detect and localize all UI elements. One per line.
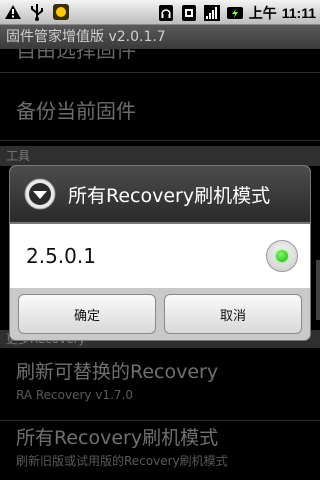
option-row[interactable]: 2.5.0.1 xyxy=(10,224,310,288)
dialog-header: 所有Recovery刷机模式 xyxy=(10,166,310,224)
dialog-buttons: 确定 取消 xyxy=(10,288,310,340)
recovery-mode-dialog: 所有Recovery刷机模式 2.5.0.1 确定 取消 xyxy=(10,166,310,340)
divider xyxy=(0,420,320,421)
clock-ampm: 上午 xyxy=(248,5,277,21)
radio-selected-dot xyxy=(276,250,288,262)
chevron-down-circle-icon xyxy=(24,178,56,210)
divider xyxy=(0,140,320,141)
list-item-partial[interactable]: 自由选择固件 xyxy=(0,49,320,65)
option-label: 2.5.0.1 xyxy=(26,244,96,268)
ok-button[interactable]: 确定 xyxy=(18,294,156,334)
dialog-title: 所有Recovery刷机模式 xyxy=(68,184,271,207)
cancel-button[interactable]: 取消 xyxy=(164,294,302,334)
clock-time: 11:11 xyxy=(281,5,316,21)
backup-firmware-item[interactable]: 备份当前固件 xyxy=(0,88,320,134)
partial-item-label: 自由选择固件 xyxy=(16,49,136,62)
warning-icon xyxy=(4,3,22,21)
signal-icon xyxy=(203,4,221,22)
headset-icon xyxy=(157,4,175,22)
notification-icon xyxy=(52,3,70,21)
usb-icon xyxy=(28,3,46,21)
app-title: 固件管家增值版 v2.0.1.7 xyxy=(0,25,320,49)
flash-recovery-title: 刷新可替换的Recovery xyxy=(16,361,219,383)
all-modes-title: 所有Recovery刷机模式 xyxy=(16,427,219,449)
divider xyxy=(0,72,320,73)
flash-recovery-item[interactable]: 刷新可替换的Recovery RA Recovery v1.7.0 xyxy=(0,358,320,418)
scrollbar[interactable] xyxy=(316,260,320,320)
flash-recovery-subtitle: RA Recovery v1.7.0 xyxy=(16,388,133,402)
status-bar: 上午 11:11 xyxy=(0,0,320,25)
sim-icon xyxy=(180,4,198,22)
all-recovery-modes-item[interactable]: 所有Recovery刷机模式 刷新旧版或试用版的Recovery刷机模式 xyxy=(0,424,320,480)
battery-icon xyxy=(226,4,244,22)
all-modes-subtitle: 刷新旧版或试用版的Recovery刷机模式 xyxy=(16,454,228,468)
section-header-tools: 工具 xyxy=(0,146,320,166)
radio-button-selected[interactable] xyxy=(266,240,298,272)
